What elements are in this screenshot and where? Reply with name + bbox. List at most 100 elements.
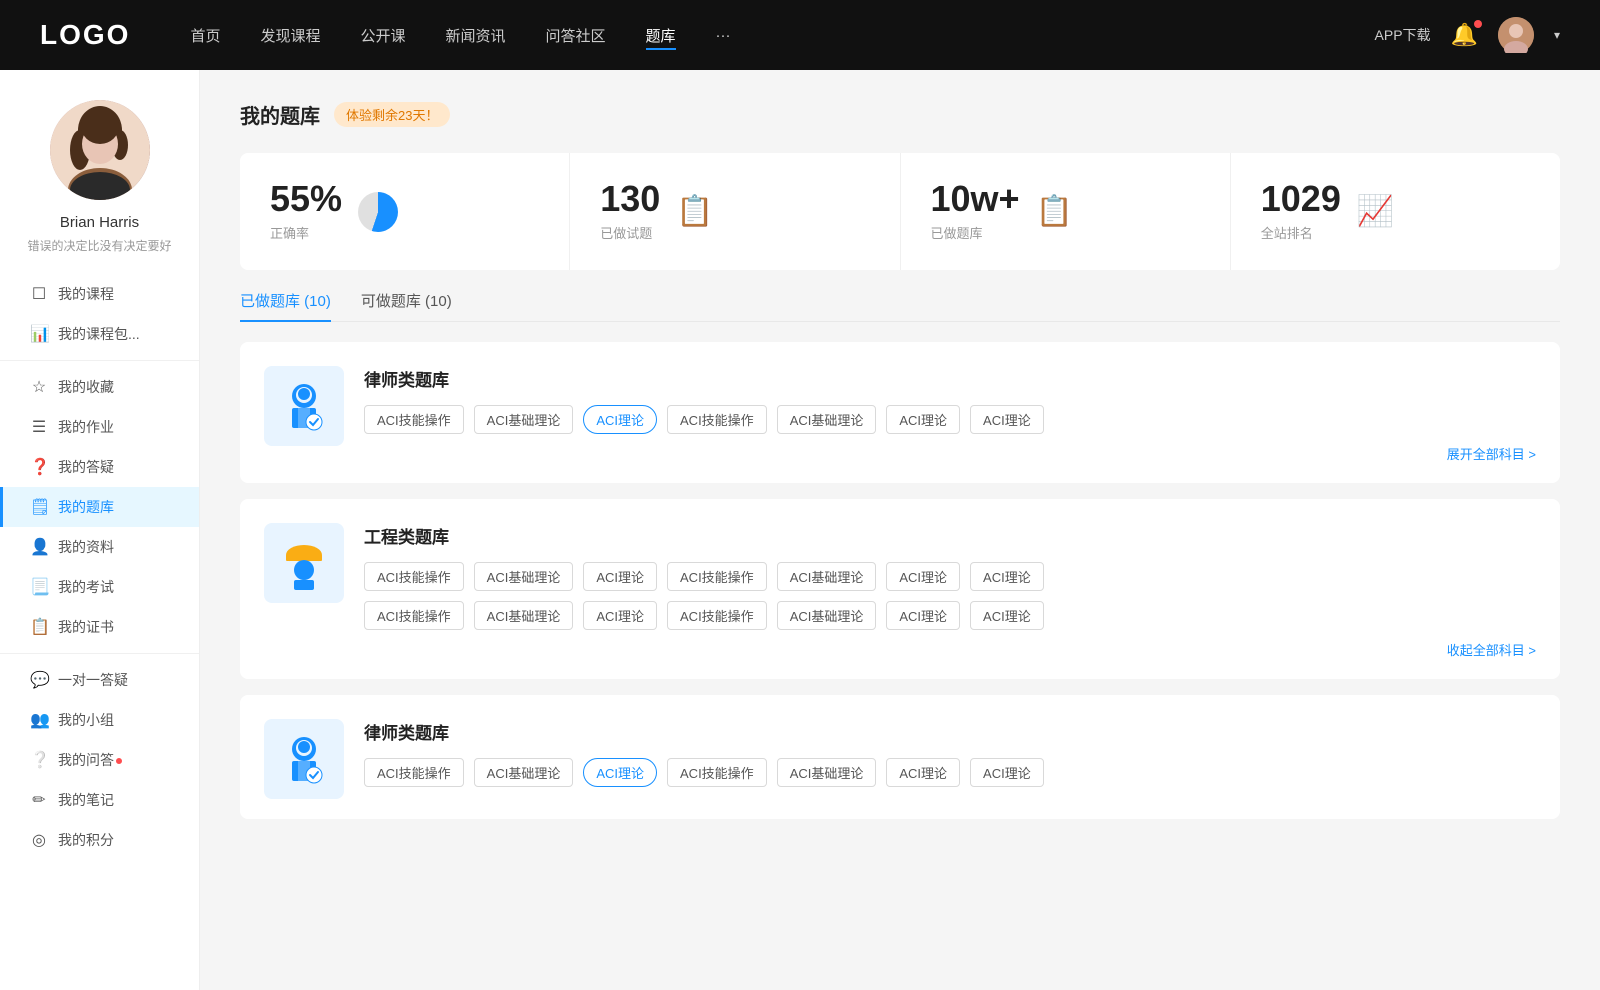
tag-aci-basic-1[interactable]: ACI基础理论 <box>474 405 574 434</box>
done-banks-value: 10w+ 已做题库 <box>931 181 1020 242</box>
nav-home[interactable]: 首页 <box>190 21 220 50</box>
lawyer-icon <box>276 378 332 434</box>
sidebar-item-questions[interactable]: ❓ 我的答疑 <box>0 447 199 487</box>
tag-aci-skill-1[interactable]: ACI技能操作 <box>364 405 464 434</box>
trial-badge: 体验剩余23天！ <box>334 102 450 127</box>
lawyer2-bank-title: 律师类题库 <box>364 719 1536 744</box>
engineer-bank-tags-row2: ACI技能操作 ACI基础理论 ACI理论 ACI技能操作 ACI基础理论 AC… <box>364 601 1536 630</box>
sidebar-item-favorites[interactable]: ☆ 我的收藏 <box>0 367 199 407</box>
page-header: 我的题库 体验剩余23天！ <box>240 100 1560 129</box>
stat-done-questions: 130 已做试题 📋 <box>570 153 900 270</box>
lawyer-icon-wrap <box>264 366 344 446</box>
sidebar-item-mycourse[interactable]: ☐ 我的课程 <box>0 274 199 314</box>
page-title: 我的题库 <box>240 100 320 129</box>
l2-tag-active[interactable]: ACI理论 <box>583 758 657 787</box>
nav-qa[interactable]: 问答社区 <box>546 21 606 50</box>
avatar[interactable] <box>1498 17 1534 53</box>
bank-card-lawyer-2: 律师类题库 ACI技能操作 ACI基础理论 ACI理论 ACI技能操作 ACI基… <box>240 695 1560 819</box>
accuracy-pie-chart <box>358 192 398 232</box>
sidebar-item-certificate[interactable]: 📋 我的证书 <box>0 607 199 647</box>
coursepack-icon: 📊 <box>30 324 48 344</box>
lawyer2-bank-body: 律师类题库 ACI技能操作 ACI基础理论 ACI理论 ACI技能操作 ACI基… <box>364 719 1536 787</box>
sidebar-item-oneonone[interactable]: 💬 一对一答疑 <box>0 660 199 700</box>
avatar-dropdown-arrow[interactable]: ▾ <box>1554 28 1560 42</box>
avatar-icon <box>1498 17 1534 53</box>
sidebar-item-coursepack[interactable]: 📊 我的课程包... <box>0 314 199 354</box>
nav-bank[interactable]: 题库 <box>646 21 676 50</box>
stat-ranking: 1029 全站排名 📈 <box>1231 153 1560 270</box>
stat-done-banks: 10w+ 已做题库 📋 <box>901 153 1231 270</box>
tag-aci-skill-2[interactable]: ACI技能操作 <box>667 405 767 434</box>
sidebar-avatar <box>50 100 150 200</box>
sidebar-item-exam[interactable]: 📃 我的考试 <box>0 567 199 607</box>
l2-tag-1[interactable]: ACI技能操作 <box>364 758 464 787</box>
engineer-icon-wrap <box>264 523 344 603</box>
tag-aci-basic-2[interactable]: ACI基础理论 <box>777 405 877 434</box>
myqa-icon: ❔ <box>30 750 48 770</box>
eng-tag-11[interactable]: ACI技能操作 <box>667 601 767 630</box>
sidebar-item-bank[interactable]: 🗒 我的题库 <box>0 487 199 527</box>
navbar: LOGO 首页 发现课程 公开课 新闻资讯 问答社区 题库 ··· APP下载 … <box>0 0 1600 70</box>
l2-tag-7[interactable]: ACI理论 <box>970 758 1044 787</box>
l2-tag-5[interactable]: ACI基础理论 <box>777 758 877 787</box>
sidebar-slogan: 错误的决定比没有决定要好 <box>17 237 181 254</box>
lawyer2-bank-tags: ACI技能操作 ACI基础理论 ACI理论 ACI技能操作 ACI基础理论 AC… <box>364 758 1536 787</box>
stats-row: 55% 正确率 130 已做试题 📋 10w+ 已做题库 📋 <box>240 153 1560 270</box>
l2-tag-2[interactable]: ACI基础理论 <box>474 758 574 787</box>
note-green-icon: 📋 <box>676 194 713 229</box>
tab-done-banks[interactable]: 已做题库 (10) <box>240 290 331 321</box>
nav-news[interactable]: 新闻资讯 <box>446 21 506 50</box>
sidebar-item-profile[interactable]: 👤 我的资料 <box>0 527 199 567</box>
lawyer-bank-expand[interactable]: 展开全部科目 > <box>364 444 1536 463</box>
nav-opencourse[interactable]: 公开课 <box>360 21 405 50</box>
tag-aci-theory-active[interactable]: ACI理论 <box>583 405 657 434</box>
note-orange-icon: 📋 <box>1036 194 1073 229</box>
eng-tag-6[interactable]: ACI理论 <box>886 562 960 591</box>
star-icon: ☆ <box>30 377 48 397</box>
eng-tag-14[interactable]: ACI理论 <box>970 601 1044 630</box>
eng-tag-3[interactable]: ACI理论 <box>583 562 657 591</box>
l2-tag-4[interactable]: ACI技能操作 <box>667 758 767 787</box>
tabs-row: 已做题库 (10) 可做题库 (10) <box>240 290 1560 322</box>
tab-available-banks[interactable]: 可做题库 (10) <box>361 290 452 321</box>
sidebar-username: Brian Harris <box>60 214 139 231</box>
sidebar: Brian Harris 错误的决定比没有决定要好 ☐ 我的课程 📊 我的课程包… <box>0 70 200 990</box>
main-content: 我的题库 体验剩余23天！ 55% 正确率 130 已做试题 📋 <box>200 70 1600 990</box>
eng-tag-12[interactable]: ACI基础理论 <box>777 601 877 630</box>
bank-card-engineer: 工程类题库 ACI技能操作 ACI基础理论 ACI理论 ACI技能操作 ACI基… <box>240 499 1560 679</box>
app-download-button[interactable]: APP下载 <box>1375 25 1431 45</box>
notification-dot <box>1474 20 1482 28</box>
eng-tag-13[interactable]: ACI理论 <box>886 601 960 630</box>
eng-tag-7[interactable]: ACI理论 <box>970 562 1044 591</box>
engineer-bank-title: 工程类题库 <box>364 523 1536 548</box>
nav-discover[interactable]: 发现课程 <box>260 21 320 50</box>
eng-tag-5[interactable]: ACI基础理论 <box>777 562 877 591</box>
sidebar-item-group[interactable]: 👥 我的小组 <box>0 700 199 740</box>
page-wrap: Brian Harris 错误的决定比没有决定要好 ☐ 我的课程 📊 我的课程包… <box>0 70 1600 990</box>
bank-icon: 🗒 <box>30 497 48 517</box>
eng-tag-8[interactable]: ACI技能操作 <box>364 601 464 630</box>
eng-tag-9[interactable]: ACI基础理论 <box>474 601 574 630</box>
engineer-bank-body: 工程类题库 ACI技能操作 ACI基础理论 ACI理论 ACI技能操作 ACI基… <box>364 523 1536 659</box>
tag-aci-theory-2[interactable]: ACI理论 <box>886 405 960 434</box>
oneonone-icon: 💬 <box>30 670 48 690</box>
nav-more[interactable]: ··· <box>716 23 731 48</box>
engineer-bank-expand[interactable]: 收起全部科目 > <box>364 640 1536 659</box>
eng-tag-10[interactable]: ACI理论 <box>583 601 657 630</box>
sidebar-item-notes[interactable]: ✏ 我的笔记 <box>0 780 199 820</box>
sidebar-item-myqa[interactable]: ❔ 我的问答 <box>0 740 199 780</box>
group-icon: 👥 <box>30 710 48 730</box>
eng-tag-1[interactable]: ACI技能操作 <box>364 562 464 591</box>
sidebar-item-points[interactable]: ◎ 我的积分 <box>0 820 199 860</box>
l2-tag-6[interactable]: ACI理论 <box>886 758 960 787</box>
lawyer2-icon-wrap <box>264 719 344 799</box>
stat-accuracy: 55% 正确率 <box>240 153 570 270</box>
lawyer2-icon <box>276 731 332 787</box>
notification-bell[interactable]: 🔔 <box>1451 22 1478 48</box>
bank-card-lawyer-1: 律师类题库 ACI技能操作 ACI基础理论 ACI理论 ACI技能操作 ACI基… <box>240 342 1560 483</box>
eng-tag-2[interactable]: ACI基础理论 <box>474 562 574 591</box>
eng-tag-4[interactable]: ACI技能操作 <box>667 562 767 591</box>
sidebar-divider-2 <box>0 653 199 654</box>
sidebar-item-homework[interactable]: ☰ 我的作业 <box>0 407 199 447</box>
tag-aci-theory-3[interactable]: ACI理论 <box>970 405 1044 434</box>
